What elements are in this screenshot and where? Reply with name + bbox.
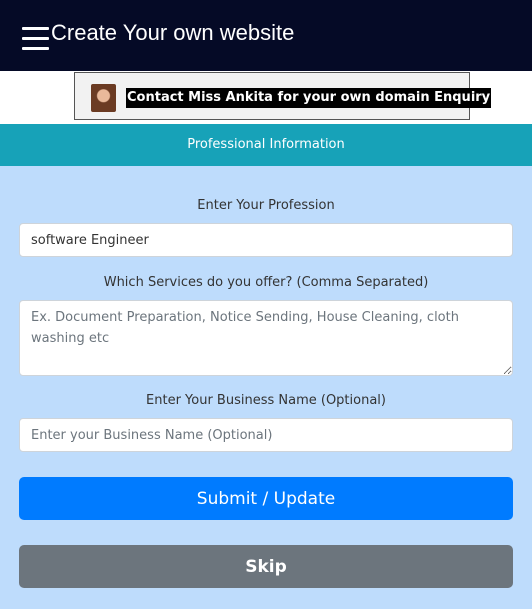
contact-banner[interactable]: Contact Miss Ankita for your own domain … bbox=[74, 72, 492, 120]
hamburger-menu-icon[interactable] bbox=[22, 27, 49, 51]
business-name-input[interactable] bbox=[19, 418, 513, 452]
profile-photo bbox=[91, 84, 116, 112]
banner-text: Contact Miss Ankita for your own domain … bbox=[126, 88, 492, 108]
profession-input[interactable] bbox=[19, 223, 513, 257]
services-label: Which Services do you offer? (Comma Sepa… bbox=[103, 275, 429, 290]
professional-info-form: Enter Your Profession Which Services do … bbox=[0, 166, 532, 609]
banner-area: Contact Miss Ankita for your own domain … bbox=[0, 71, 532, 124]
services-textarea[interactable] bbox=[19, 300, 513, 376]
top-navbar: Create Your own website bbox=[0, 0, 532, 71]
menu-bar-line bbox=[22, 27, 49, 30]
submit-update-button[interactable]: Submit / Update bbox=[19, 477, 513, 520]
menu-bar-line bbox=[22, 37, 49, 40]
skip-button[interactable]: Skip bbox=[19, 545, 513, 588]
profession-label: Enter Your Profession bbox=[197, 198, 335, 213]
menu-bar-line bbox=[22, 47, 49, 50]
section-header: Professional Information bbox=[0, 124, 532, 166]
site-title: Create Your own website bbox=[51, 20, 295, 45]
business-name-label: Enter Your Business Name (Optional) bbox=[146, 393, 386, 408]
